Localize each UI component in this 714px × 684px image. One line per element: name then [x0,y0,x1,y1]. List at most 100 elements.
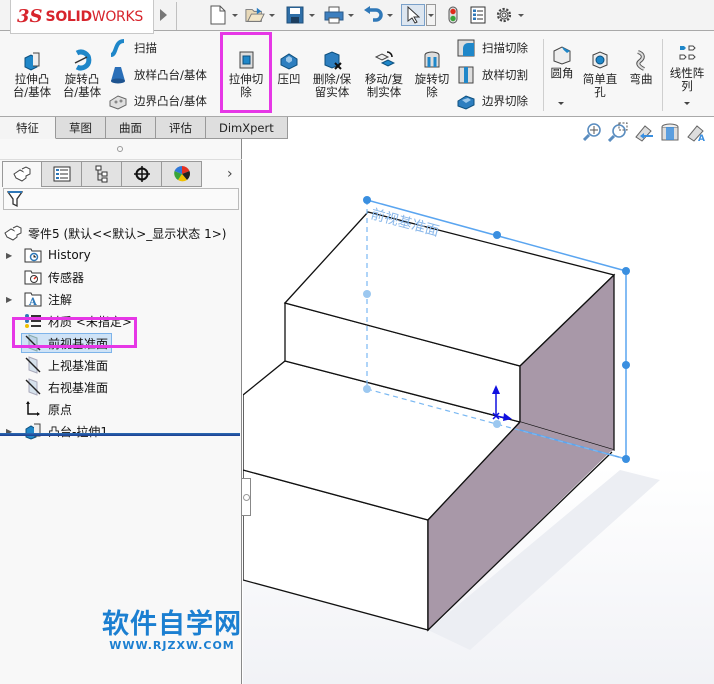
tree-filter[interactable] [3,188,239,210]
swept-cut-button[interactable]: 扫描切除 [456,37,528,59]
printer-icon [324,5,344,25]
new-document-button[interactable] [208,4,238,26]
indent-button[interactable]: 压凹 [274,49,304,86]
configuration-manager-tab[interactable] [82,161,122,187]
simple-hole-button[interactable]: 简单直孔 [580,49,620,99]
boundary-boss-button[interactable]: 边界凸台/基体 [108,90,207,112]
tab-features[interactable]: 特征 [0,117,56,139]
tree-item-origin[interactable]: 原点 [0,399,72,419]
plane-handle[interactable] [363,196,371,204]
extrude-boss-button[interactable]: 拉伸凸 台/基体 [10,49,54,99]
print-button[interactable] [324,4,354,26]
sweep-button[interactable]: 扫描 [108,37,157,59]
chevron-down-icon [428,13,434,17]
front-plane-highlight [12,317,137,348]
tab-surfaces[interactable]: 曲面 [106,117,156,139]
panel-grip-handle[interactable] [117,146,123,152]
plane-handle-hidden[interactable] [493,420,501,428]
undo-button[interactable] [363,4,393,26]
watermark-cn: 软件自学网 [102,609,242,640]
tab-sketch[interactable]: 草图 [56,117,106,139]
select-button[interactable] [401,4,425,26]
loft-boss-button[interactable]: 放样凸台/基体 [108,64,207,86]
ribbon-divider [543,39,544,111]
boundary-cut-icon [457,95,475,110]
previous-view-icon[interactable] [634,122,654,142]
fillet-dropdown-icon[interactable] [558,102,564,105]
plane-handle-hidden[interactable] [363,290,371,298]
part-icon [4,224,22,242]
flex-button[interactable]: 弯曲 [626,49,656,86]
section-view-icon[interactable] [660,122,680,142]
select-dropdown[interactable] [426,4,436,26]
dynamic-annotation-view-icon[interactable]: A [686,122,706,142]
tree-item-boss-extrude1[interactable]: ▶ 凸台-拉伸1 [0,421,108,441]
display-manager-tab[interactable] [162,161,202,187]
tree-item-right-plane[interactable]: 右视基准面 [0,377,108,397]
brand-name: SOLIDWORKS [45,8,144,25]
expand-arrow-icon[interactable]: ▶ [6,251,16,260]
chevron-down-icon[interactable] [309,13,315,17]
rebuild-button[interactable] [443,4,463,26]
more-tabs-chevron-icon[interactable]: › [227,166,233,182]
tree-item-sensors[interactable]: 传感器 [0,267,84,287]
revolve-boss-button[interactable]: 旋转凸 台/基体 [60,49,104,99]
delete-keep-body-button[interactable]: 删除/保 留实体 [308,49,356,99]
chevron-down-icon[interactable] [232,13,238,17]
linear-pattern-dropdown-icon[interactable] [684,102,690,105]
command-tabs: 特征 草图 曲面 评估 DimXpert [0,117,288,139]
flex-icon [636,50,645,71]
zoom-to-fit-icon[interactable] [582,122,602,142]
property-manager-tab[interactable] [42,161,82,187]
undo-icon [363,5,383,25]
part-icon [13,165,31,182]
fillet-button[interactable]: 圆角 [548,43,576,80]
tree-item-history[interactable]: ▶ History [0,245,91,265]
sweep-icon [110,39,125,57]
plane-handle[interactable] [493,231,501,239]
cursor-icon [403,5,423,25]
open-button[interactable] [245,4,275,26]
revolve-cut-button[interactable]: 旋转切除 [412,49,452,99]
rollback-bar[interactable] [0,433,240,436]
plane-handle-hidden[interactable] [363,385,371,393]
title-bar: 3S SOLIDWORKS [0,0,714,34]
move-copy-icon [374,51,395,67]
solidworks-logo[interactable]: 3S SOLIDWORKS [10,0,154,34]
move-copy-body-button[interactable]: 移动/复 制实体 [360,49,408,99]
file-properties-button[interactable] [468,4,488,26]
feature-manager-tab[interactable] [2,161,42,187]
chevron-down-icon[interactable] [269,13,275,17]
watermark: 软件自学网 WWW.RJZXW.COM [102,610,242,652]
linear-pattern-button[interactable]: 线性阵列 [666,43,708,93]
menu-expand-arrow-icon[interactable] [160,9,167,21]
graphics-viewport[interactable]: 前视基准面 [243,139,714,684]
save-button[interactable] [285,4,315,26]
history-folder-icon [24,246,42,264]
ds-logo-mark: 3S [17,6,43,27]
options-button[interactable] [494,4,524,26]
panel-divider [0,159,242,160]
save-icon [285,5,305,25]
panel-collapse-handle[interactable] [242,478,251,516]
expand-arrow-icon[interactable]: ▶ [6,295,16,304]
boundary-boss-icon [109,95,127,110]
tree-root-part[interactable]: 零件5 (默认<<默认>_显示状态 1>) [0,223,226,243]
tree-item-top-plane[interactable]: 上视基准面 [0,355,108,375]
lofted-cut-button[interactable]: 放样切割 [456,64,528,86]
extrude-boss-icon [24,52,40,71]
chevron-down-icon[interactable] [348,13,354,17]
plane-handle[interactable] [622,455,630,463]
dimxpert-manager-tab[interactable] [122,161,162,187]
tab-dimxpert[interactable]: DimXpert [206,117,288,139]
plane-handle[interactable] [622,361,630,369]
traffic-light-icon [443,5,463,25]
chevron-down-icon[interactable] [518,13,524,17]
plane-handle[interactable] [622,267,630,275]
zoom-to-area-icon[interactable] [608,122,628,142]
tree-item-annotations[interactable]: ▶ A 注解 [0,289,72,309]
tab-evaluate[interactable]: 评估 [156,117,206,139]
fillet-icon [553,46,571,65]
boundary-cut-button[interactable]: 边界切除 [456,90,528,112]
chevron-down-icon[interactable] [387,13,393,17]
